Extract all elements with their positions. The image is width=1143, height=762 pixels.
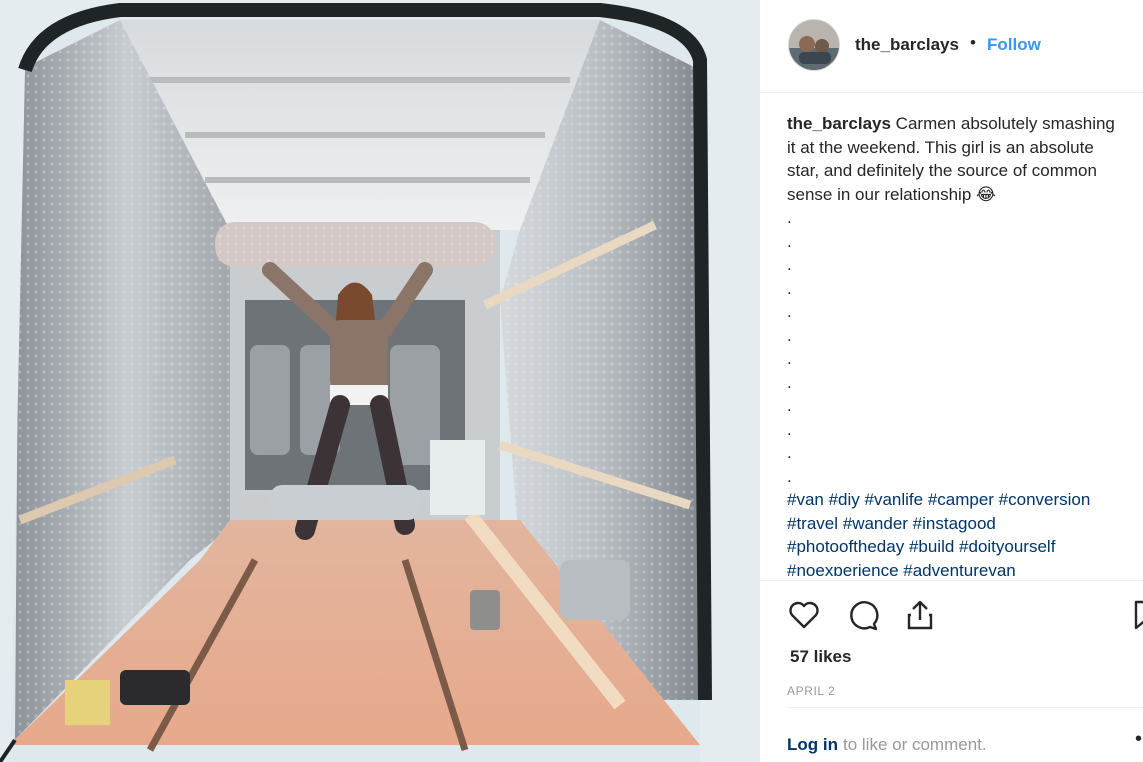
- login-link[interactable]: Log in: [787, 735, 838, 755]
- comment-button[interactable]: [846, 598, 880, 632]
- login-prompt-text: to like or comment.: [843, 735, 987, 754]
- post-header: the_barclays • Follow: [760, 0, 1143, 93]
- share-button[interactable]: [903, 598, 937, 632]
- caption-dot: .: [787, 255, 792, 274]
- post-caption: the_barclays Carmen absolutely smashing …: [787, 112, 1143, 576]
- hashtag-line[interactable]: #noexperience #adventurevan: [787, 559, 1143, 577]
- caption-dot: .: [787, 278, 792, 298]
- hashtags: #van #diy #vanlife #camper #conversion #…: [787, 488, 1143, 576]
- hashtag-line[interactable]: #van #diy #vanlife #camper #conversion: [787, 488, 1143, 512]
- caption-dot: .: [787, 372, 792, 392]
- caption-dot: .: [787, 231, 792, 251]
- post-photo[interactable]: [0, 0, 760, 762]
- share-icon: [907, 600, 933, 630]
- likes-count[interactable]: 57 likes: [790, 647, 851, 667]
- caption-dot: .: [787, 349, 792, 368]
- caption-line-3: star, and definitely the source of commo…: [787, 161, 1097, 180]
- more-options-button[interactable]: •: [1135, 728, 1142, 751]
- action-bar: [760, 580, 1143, 643]
- caption-dot: .: [787, 325, 792, 345]
- avatar[interactable]: [788, 19, 840, 71]
- caption-dot: .: [787, 466, 792, 486]
- caption-text: the_barclays Carmen absolutely smashing …: [787, 112, 1143, 206]
- header-separator: •: [970, 33, 976, 52]
- van-interior-image: [0, 0, 760, 762]
- caption-username[interactable]: the_barclays: [787, 114, 891, 133]
- hashtag-line[interactable]: #photooftheday #build #doityourself: [787, 535, 1143, 559]
- caption-dot: .: [787, 443, 792, 462]
- caption-line-1: Carmen absolutely smashing: [890, 114, 1115, 133]
- caption-dots: . . . . . . . . . . . .: [787, 206, 1143, 488]
- comment-bar: Log in to like or comment. •: [787, 707, 1143, 762]
- save-button[interactable]: [1130, 598, 1143, 632]
- caption-dot: .: [787, 419, 792, 439]
- caption-line-4: sense in our relationship 😂: [787, 184, 996, 204]
- like-button[interactable]: [787, 598, 821, 632]
- follow-button[interactable]: Follow: [987, 35, 1041, 55]
- avatar-image: [789, 20, 839, 70]
- caption-dot: .: [787, 302, 792, 321]
- comment-icon: [850, 601, 879, 631]
- post-date: APRIL 2: [787, 684, 836, 698]
- post-panel: the_barclays • Follow the_barclays Carme…: [760, 0, 1143, 762]
- caption-dot: .: [787, 208, 792, 227]
- heart-icon: [789, 601, 819, 629]
- caption-line-2: it at the weekend. This girl is an absol…: [787, 137, 1094, 157]
- username-link[interactable]: the_barclays: [855, 35, 959, 55]
- caption-dot: .: [787, 396, 792, 415]
- hashtag-line[interactable]: #travel #wander #instagood: [787, 512, 1143, 536]
- bookmark-icon: [1134, 600, 1143, 630]
